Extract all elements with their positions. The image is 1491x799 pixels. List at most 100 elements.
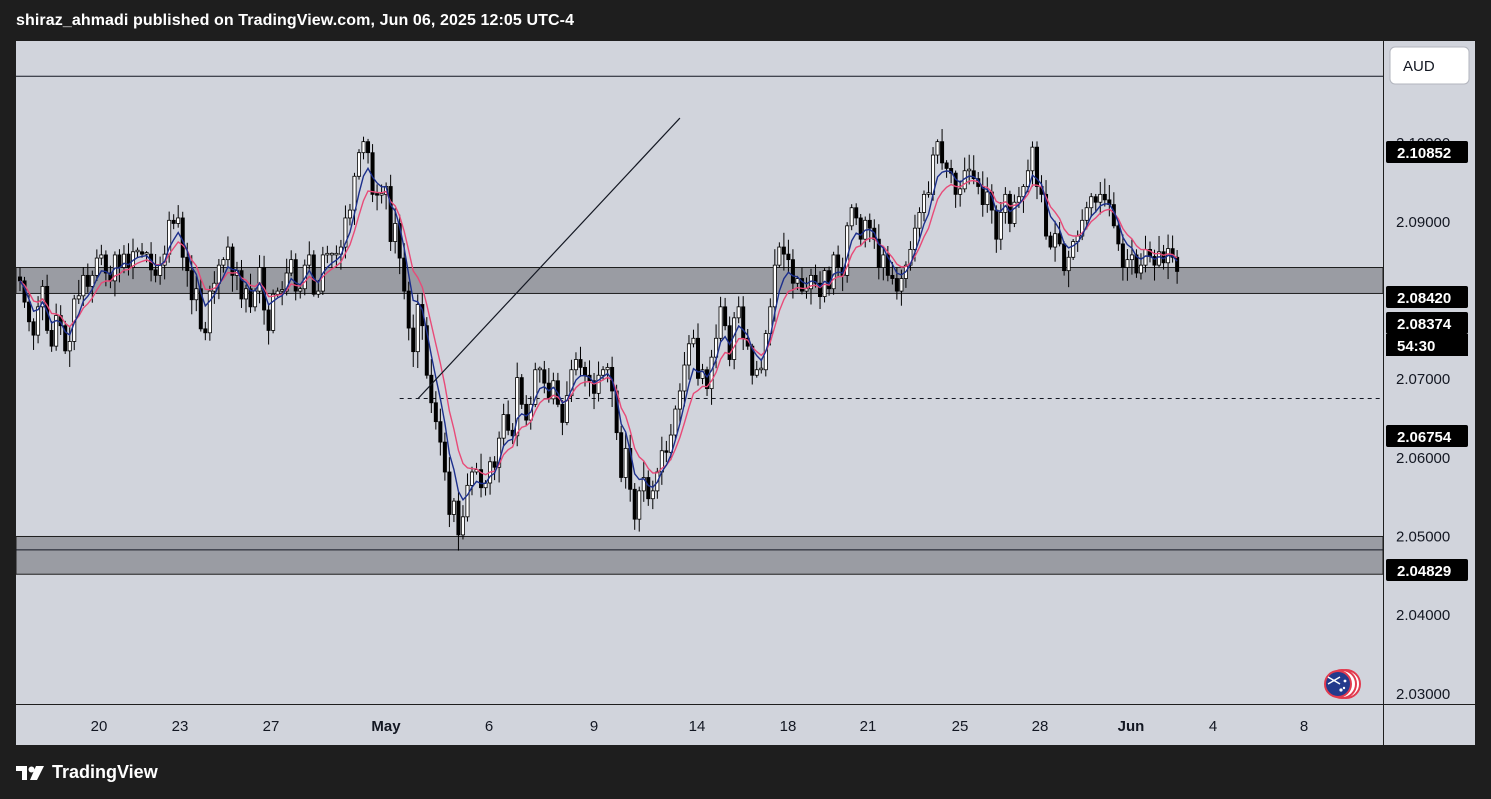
candle[interactable] (519, 374, 524, 410)
candle-body (415, 304, 420, 353)
candle-body (140, 251, 145, 255)
axis-corner (1384, 705, 1475, 745)
candle-body (524, 403, 529, 421)
candle-body (723, 306, 728, 327)
candle-body (1125, 259, 1130, 268)
price-tag-label: 2.04829 (1397, 563, 1451, 580)
candle-body (388, 186, 393, 242)
candle-body (985, 191, 990, 205)
candle-body (583, 366, 588, 376)
candle-body (347, 209, 352, 219)
candle[interactable] (370, 144, 375, 203)
price-tag[interactable]: 2.10852 (1386, 141, 1468, 163)
candle-body (777, 246, 782, 266)
candle-body (311, 254, 316, 295)
price-tag[interactable]: 2.08374 (1386, 312, 1468, 334)
candle-body (253, 290, 258, 308)
candle-body (207, 290, 212, 334)
candle-body (1057, 233, 1062, 245)
candle-body (447, 471, 452, 515)
time-tick-label: 21 (860, 718, 877, 735)
candle-body (858, 217, 863, 240)
candle[interactable] (619, 425, 624, 483)
candle-body (325, 252, 330, 256)
candle-body (890, 274, 895, 279)
candle-body (492, 461, 497, 468)
tradingview-brand: TradingView (52, 762, 158, 782)
price-tag[interactable]: 2.08420 (1386, 286, 1468, 308)
time-tick-label: 18 (780, 718, 797, 735)
candle-body (1098, 193, 1103, 203)
candle-body (578, 359, 583, 368)
candle-body (239, 270, 244, 300)
candle-body (854, 207, 859, 219)
candle-body (1048, 235, 1053, 248)
time-tick-label: Jun (1118, 718, 1145, 735)
candle-body (90, 274, 95, 287)
candle-body (293, 259, 298, 292)
zone-2[interactable] (15, 535, 1384, 575)
candle-body (81, 274, 86, 297)
price-tick-label: 2.06000 (1396, 450, 1450, 467)
candle-body (176, 217, 181, 224)
candle-body (225, 246, 230, 261)
candle[interactable] (207, 285, 212, 341)
candle-body (501, 414, 506, 439)
candle-body (85, 274, 90, 287)
candle[interactable] (1062, 241, 1067, 276)
candle-body (940, 141, 945, 164)
candle-body (329, 252, 334, 256)
candle-body (637, 490, 642, 520)
price-tag-label: 2.06754 (1397, 429, 1452, 446)
candle-body (469, 471, 474, 486)
candle-body (316, 290, 321, 295)
australia-flag-icon[interactable] (1324, 669, 1361, 699)
candle-body (465, 484, 470, 518)
candle-body (298, 288, 303, 292)
price-chart[interactable]: 2.110002.100002.090002.070002.060002.050… (0, 0, 1491, 799)
candle-body (537, 367, 542, 371)
candle-body (366, 141, 371, 154)
candle[interactable] (388, 174, 393, 251)
candle-body (560, 403, 565, 423)
candle-body (406, 290, 411, 329)
candle-body (741, 306, 746, 339)
tradingview-logo[interactable]: TradingView (16, 762, 158, 783)
candle[interactable] (356, 149, 361, 180)
candle-body (230, 246, 235, 276)
price-tick-label: 2.05000 (1396, 528, 1450, 545)
candle-body (718, 306, 723, 339)
candle-body (411, 327, 416, 353)
candle-body (356, 152, 361, 177)
candle-body (203, 328, 208, 334)
candle-body (442, 441, 447, 473)
time-tick-label: 25 (952, 718, 969, 735)
price-tick-label: 2.03000 (1396, 686, 1450, 703)
time-tick-label: 27 (263, 718, 280, 735)
candle-body (248, 288, 253, 308)
candle-body (917, 212, 922, 229)
candle-body (682, 364, 687, 392)
price-tag[interactable]: 2.04829 (1386, 559, 1468, 581)
currency-label: AUD (1403, 58, 1435, 75)
candle-body (243, 288, 248, 300)
candle-body (781, 246, 786, 255)
candle-body (1053, 233, 1058, 248)
candle-body (221, 259, 226, 266)
countdown-label: 54:30 (1397, 338, 1435, 355)
price-tag-label: 2.08374 (1397, 316, 1452, 333)
candle-body (438, 421, 443, 443)
candle-body (573, 359, 578, 371)
candle[interactable] (311, 250, 316, 297)
candle[interactable] (63, 320, 68, 354)
time-tick-label: 8 (1300, 718, 1308, 735)
candle-body (894, 278, 899, 292)
candle-body (786, 253, 791, 261)
candle-body (375, 193, 380, 196)
price-tick-label: 2.07000 (1396, 371, 1450, 388)
candle[interactable] (1071, 238, 1076, 260)
candle-body (994, 209, 999, 240)
candle-body (171, 219, 176, 224)
price-tag[interactable]: 2.06754 (1386, 425, 1468, 447)
candle-body (596, 374, 601, 394)
